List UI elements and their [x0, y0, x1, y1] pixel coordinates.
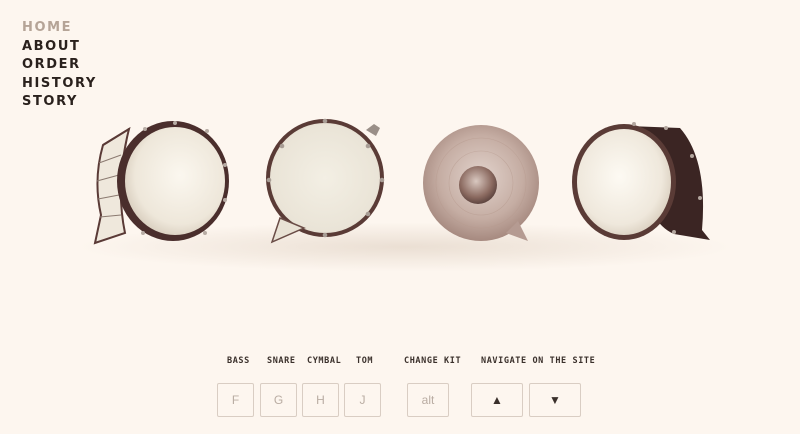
key-snare-button[interactable]: G — [260, 383, 297, 417]
nav-order[interactable]: ORDER — [22, 56, 97, 75]
label-snare: SNARE — [267, 356, 296, 366]
bass-drum[interactable] — [85, 115, 235, 250]
label-navigate: NAVIGATE ON THE SITE — [481, 356, 596, 366]
nav-about[interactable]: ABOUT — [22, 38, 97, 57]
label-bass: BASS — [227, 356, 250, 366]
label-tom: TOM — [356, 356, 374, 366]
key-tom-button[interactable]: J — [344, 383, 381, 417]
nav-history[interactable]: HISTORY — [22, 75, 97, 94]
navigate-down-button[interactable]: ▼ — [529, 383, 581, 417]
tom-drum[interactable] — [570, 120, 720, 250]
key-bass-button[interactable]: F — [217, 383, 254, 417]
label-change-kit: CHANGE KIT — [404, 356, 462, 366]
label-cymbal: CYMBAL — [307, 356, 342, 366]
snare-drum[interactable] — [262, 118, 392, 248]
main-nav: HOME ABOUT ORDER HISTORY STORY — [22, 19, 97, 112]
cymbal[interactable] — [418, 125, 548, 247]
key-cymbal-button[interactable]: H — [302, 383, 339, 417]
navigate-up-button[interactable]: ▲ — [471, 383, 523, 417]
nav-story[interactable]: STORY — [22, 93, 97, 112]
nav-home[interactable]: HOME — [22, 19, 97, 38]
change-kit-button[interactable]: alt — [407, 383, 449, 417]
